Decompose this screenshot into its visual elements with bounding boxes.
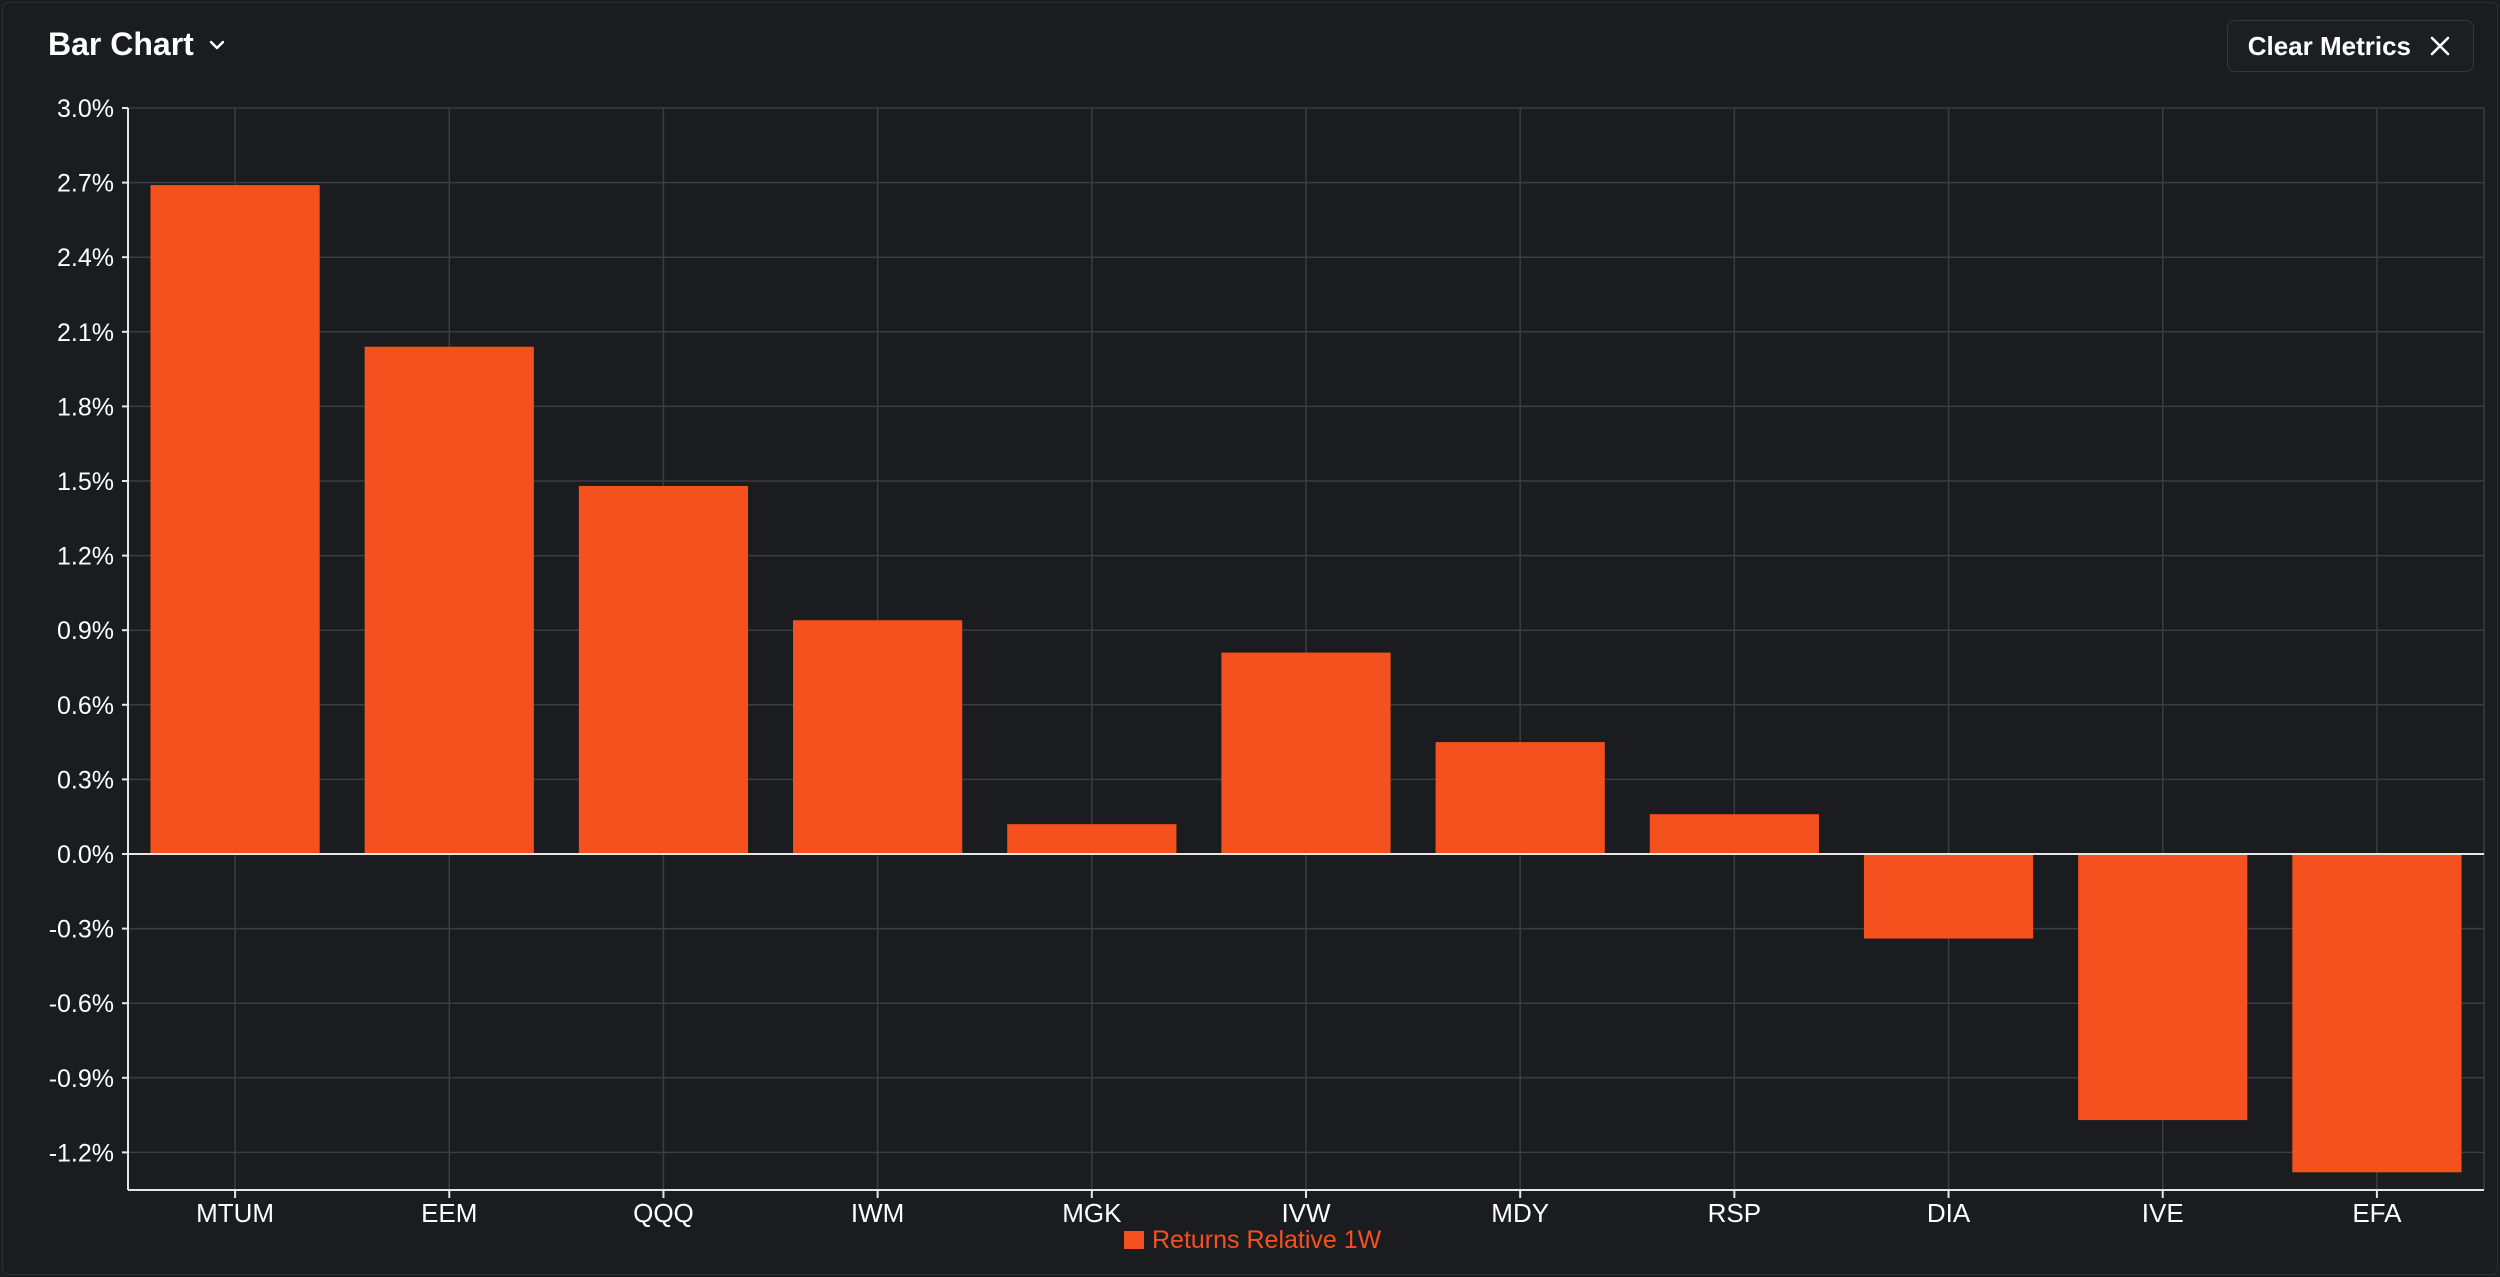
y-tick-label: 0.0% (57, 841, 114, 869)
x-tick-label: MTUM (196, 1198, 274, 1228)
y-tick-label: -0.3% (49, 916, 114, 944)
x-tick-label: RSP (1708, 1198, 1761, 1228)
bar-eem (364, 346, 534, 854)
bar-mtum (150, 185, 320, 854)
y-tick-label: 0.9% (57, 617, 114, 645)
legend-swatch (1124, 1231, 1144, 1249)
y-tick-label: 1.8% (57, 393, 114, 421)
y-tick-label: -0.9% (49, 1065, 114, 1093)
y-tick-label: 1.2% (57, 543, 114, 571)
x-tick-label: IVE (2142, 1198, 2184, 1228)
bar-ivw (1221, 652, 1391, 854)
bar-ive (2078, 854, 2248, 1121)
x-tick-label: EFA (2352, 1198, 2402, 1228)
y-tick-label: 1.5% (57, 468, 114, 496)
x-tick-label: EEM (421, 1198, 477, 1228)
x-tick-label: IVW (1281, 1198, 1331, 1228)
y-tick-label: 0.3% (57, 766, 114, 794)
legend-label: Returns Relative 1W (1152, 1226, 1382, 1254)
y-tick-label: -1.2% (49, 1139, 114, 1167)
y-tick-label: 2.4% (57, 244, 114, 272)
bar-mgk (1007, 824, 1177, 854)
bar-mdy (1435, 742, 1605, 854)
y-tick-label: 0.6% (57, 692, 114, 720)
x-tick-label: IWM (851, 1198, 904, 1228)
bar-iwm (793, 620, 963, 854)
x-tick-label: MGK (1062, 1198, 1122, 1228)
x-tick-label: DIA (1927, 1198, 1971, 1228)
bar-chart: 3.0% 2.7% 2.4% 2.1% 1.8% 1.5% 1.2% 0.9% 0.6% 0.3%… (49, 95, 2485, 1254)
bar-qqq (578, 485, 749, 854)
bar-dia (1863, 854, 2034, 939)
y-tick-label: 3.0% (57, 95, 114, 123)
bar-rsp (1649, 814, 1819, 854)
x-tick-label: MDY (1491, 1198, 1549, 1228)
bar-efa (2292, 854, 2462, 1173)
y-tick-label: -0.6% (49, 990, 114, 1018)
y-tick-label: 2.7% (57, 170, 114, 198)
x-tick-label: QQQ (633, 1198, 694, 1228)
y-tick-label: 2.1% (57, 319, 114, 347)
